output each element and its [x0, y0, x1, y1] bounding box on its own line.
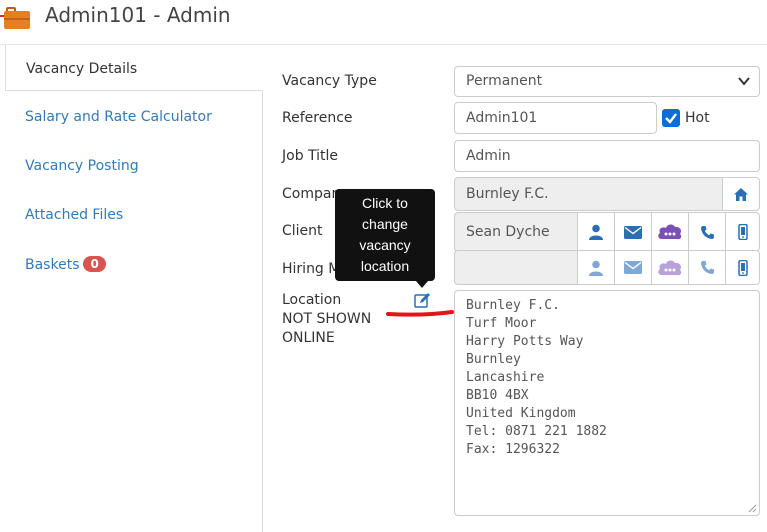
hiring-manager-mobile-button[interactable]	[725, 250, 760, 285]
sidebar-item-baskets[interactable]: Baskets 0	[25, 256, 106, 273]
phone-icon	[700, 261, 714, 274]
reference-input[interactable]: Admin101	[454, 102, 657, 134]
tooltip-line: location	[360, 258, 410, 274]
home-icon	[734, 187, 748, 201]
checkmark-icon	[665, 113, 677, 124]
red-annotation-underline	[386, 310, 454, 317]
tooltip-line: Click to	[362, 195, 408, 211]
company-value: Burnley F.C.	[466, 186, 549, 202]
hiring-manager-email-button[interactable]	[614, 250, 652, 285]
envelope-icon	[624, 225, 642, 239]
sidebar-item-label: Baskets	[25, 257, 80, 273]
location-note-line1: NOT SHOWN	[282, 311, 372, 327]
sidebar-item-vacancy-posting[interactable]: Vacancy Posting	[25, 158, 139, 174]
user-icon	[589, 260, 603, 276]
vacancy-type-label: Vacancy Type	[282, 73, 377, 89]
sidebar-item-vacancy-details[interactable]: Vacancy Details	[5, 45, 263, 91]
client-email-button[interactable]	[614, 212, 652, 252]
reference-label: Reference	[282, 110, 353, 126]
sidebar-item-label: Vacancy Details	[26, 61, 138, 77]
resize-handle-icon[interactable]	[747, 503, 757, 513]
hot-label: Hot	[685, 110, 710, 126]
vacancy-type-value: Permanent	[466, 73, 543, 89]
hiring-manager-phone-button[interactable]	[688, 250, 726, 285]
page-title: Admin101 - Admin	[45, 3, 231, 27]
address-line: Tel: 0871 221 1882	[466, 424, 607, 439]
hot-checkbox[interactable]	[662, 109, 680, 127]
sidebar-divider	[262, 90, 263, 532]
chat-cloud-icon	[658, 224, 682, 240]
client-input[interactable]: Sean Dyche	[454, 212, 578, 252]
job-title-label: Job Title	[282, 148, 339, 164]
company-input-group: Burnley F.C.	[454, 177, 760, 211]
reference-value: Admin101	[466, 110, 538, 126]
company-home-button[interactable]	[722, 177, 760, 211]
client-label: Client	[282, 223, 323, 239]
sidebar-item-attached-files[interactable]: Attached Files	[25, 207, 123, 223]
company-input[interactable]: Burnley F.C.	[454, 177, 723, 211]
location-address-textarea[interactable]: Burnley F.C. Turf Moor Harry Potts Way B…	[454, 290, 760, 516]
hiring-manager-input-group	[454, 250, 760, 285]
address-line: Harry Potts Way	[466, 334, 584, 349]
baskets-count-badge: 0	[83, 256, 106, 272]
chevron-down-icon	[738, 77, 750, 86]
address-line: Burnley F.C.	[466, 298, 560, 313]
vacancy-type-select[interactable]: Permanent	[454, 66, 760, 97]
user-icon	[589, 224, 603, 240]
location-note-line2: ONLINE	[282, 330, 335, 346]
sidebar-item-salary-calculator[interactable]: Salary and Rate Calculator	[25, 109, 212, 125]
sidebar: Vacancy Details Salary and Rate Calculat…	[5, 45, 263, 532]
tooltip-line: change	[362, 216, 408, 232]
page-header: Admin101 - Admin	[0, 0, 767, 45]
client-input-group: Sean Dyche	[454, 212, 760, 252]
address-line: Lancashire	[466, 370, 545, 385]
address-line: BB10 4BX	[466, 388, 529, 403]
location-label: Location	[282, 292, 342, 308]
hiring-manager-input[interactable]	[454, 250, 578, 285]
chat-cloud-icon	[658, 259, 682, 275]
hiring-manager-contact-button[interactable]	[577, 250, 615, 285]
hiring-manager-chat-button[interactable]	[651, 250, 689, 285]
job-title-input[interactable]: Admin	[454, 140, 760, 172]
client-mobile-button[interactable]	[725, 212, 760, 252]
client-chat-button[interactable]	[651, 212, 689, 252]
mobile-phone-icon	[737, 259, 748, 276]
client-value: Sean Dyche	[466, 224, 550, 240]
tooltip-arrow	[416, 281, 428, 288]
client-contact-button[interactable]	[577, 212, 615, 252]
address-line: Burnley	[466, 352, 521, 367]
address-line: United Kingdom	[466, 406, 576, 421]
change-location-tooltip: Click to change vacancy location	[335, 189, 435, 281]
briefcase-icon	[0, 7, 30, 29]
address-line: Turf Moor	[466, 316, 537, 331]
job-title-value: Admin	[466, 148, 511, 164]
mobile-phone-icon	[737, 224, 748, 240]
address-line: Fax: 1296322	[466, 442, 560, 457]
envelope-icon	[624, 261, 642, 274]
tooltip-line: vacancy	[359, 237, 411, 253]
client-phone-button[interactable]	[688, 212, 726, 252]
phone-icon	[700, 225, 714, 239]
